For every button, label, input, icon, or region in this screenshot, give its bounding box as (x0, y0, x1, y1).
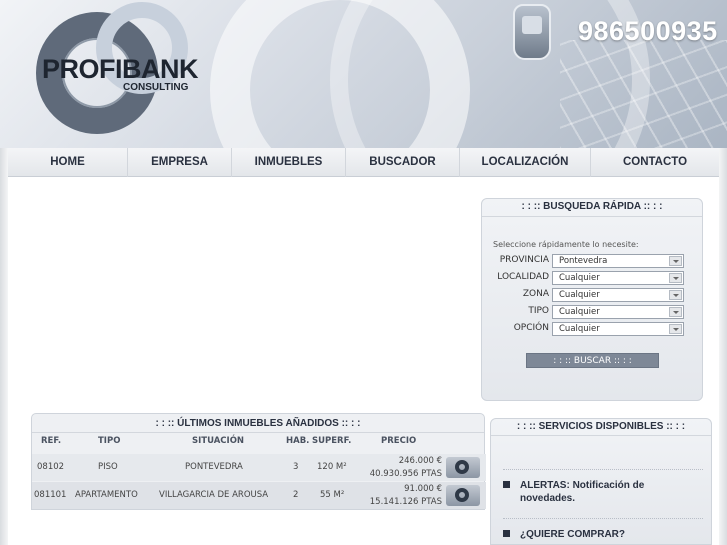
quick-search-panel: : : :: BUSQUEDA RÁPIDA :: : : Seleccione… (481, 198, 703, 401)
cell-tipo: PISO (98, 462, 118, 472)
cell-tipo: APARTAMENTO (75, 490, 138, 500)
col-situacion: SITUACIÓN (192, 436, 245, 446)
search-row-zona: ZONA Cualquier (482, 288, 704, 303)
search-row-provincia: PROVINCIA Pontevedra (482, 254, 704, 269)
tipo-select[interactable]: Cualquier (552, 305, 684, 319)
cell-price-eur: 246.000 € (398, 456, 442, 466)
col-superf: SUPERF. (312, 436, 352, 446)
select-value: Cualquier (559, 307, 600, 317)
view-property-button[interactable] (446, 485, 480, 506)
table-row[interactable]: 081101 APARTAMENTO VILLAGARCIA DE AROUSA… (32, 482, 486, 509)
col-tipo: TIPO (98, 436, 121, 446)
service-label: ¿QUIERE COMPRAR? (520, 529, 625, 540)
service-alertas[interactable]: ALERTAS: Notificación de novedades. (503, 469, 703, 505)
page-shadow (0, 148, 8, 545)
view-property-button[interactable] (446, 457, 480, 478)
chevron-down-icon[interactable] (669, 256, 682, 266)
main-nav: HOME EMPRESA INMUEBLES BUSCADOR LOCALIZA… (8, 147, 719, 177)
cell-price-ptas: 15.141.126 PTAS (369, 497, 442, 507)
select-value: Cualquier (559, 273, 600, 283)
search-row-tipo: TIPO Cualquier (482, 305, 704, 320)
col-hab: HAB. (286, 436, 310, 446)
nav-buscador[interactable]: BUSCADOR (346, 147, 460, 177)
provincia-select[interactable]: Pontevedra (552, 254, 684, 268)
cell-situacion: VILLAGARCIA DE AROUSA (159, 490, 269, 500)
site-header: PROFIBANK CONSULTING 986500935 (0, 0, 727, 148)
chevron-down-icon[interactable] (669, 324, 682, 334)
search-label: OPCIÓN (513, 323, 549, 333)
search-label: LOCALIDAD (497, 272, 549, 282)
service-comprar[interactable]: ¿QUIERE COMPRAR? (503, 518, 703, 541)
mobile-phone-icon (513, 4, 551, 60)
search-row-localidad: LOCALIDAD Cualquier (482, 271, 704, 286)
cell-ref: 08102 (37, 462, 65, 472)
localidad-select[interactable]: Cualquier (552, 271, 684, 285)
search-label: TIPO (528, 306, 549, 316)
services-title: : : :: SERVICIOS DISPONIBLES :: : : (491, 419, 711, 436)
select-value: Pontevedra (559, 256, 608, 266)
cell-ref: 081101 (34, 490, 67, 500)
opcion-select[interactable]: Cualquier (552, 322, 684, 336)
col-ref: REF. (41, 436, 62, 446)
zona-select[interactable]: Cualquier (552, 288, 684, 302)
search-button[interactable]: : : :: BUSCAR :: : : (526, 353, 659, 368)
search-label: PROVINCIA (499, 255, 549, 265)
table-row[interactable]: 08102 PISO PONTEVEDRA 3 120 M² 246.000 €… (32, 454, 486, 481)
cell-price-eur: 91.000 € (404, 484, 442, 494)
phone-number: 986500935 (578, 16, 718, 46)
nav-home[interactable]: HOME (8, 147, 128, 177)
cell-superf: 55 M² (320, 490, 345, 500)
brand-subtitle: CONSULTING (123, 82, 189, 93)
chevron-down-icon[interactable] (669, 290, 682, 300)
nav-contacto[interactable]: CONTACTO (591, 148, 719, 177)
nav-localizacion[interactable]: LOCALIZACIÓN (460, 147, 591, 177)
table-header: REF. TIPO SITUACIÓN HAB. SUPERF. PRECIO (32, 436, 486, 452)
latest-properties-title: : : :: ÚLTIMOS INMUEBLES AÑADIDOS :: : : (32, 414, 484, 433)
service-label: ALERTAS: Notificación de novedades. (520, 480, 645, 504)
search-row-opcion: OPCIÓN Cualquier (482, 322, 704, 337)
bullet-icon (503, 529, 510, 537)
cell-superf: 120 M² (317, 462, 347, 472)
bullet-icon (503, 480, 510, 488)
quick-search-title: : : :: BUSQUEDA RÁPIDA :: : : (482, 199, 702, 217)
cell-hab: 3 (293, 462, 299, 472)
header-decoration (560, 40, 727, 148)
chevron-down-icon[interactable] (669, 307, 682, 317)
cell-situacion: PONTEVEDRA (185, 462, 243, 472)
nav-empresa[interactable]: EMPRESA (128, 147, 232, 177)
services-panel: : : :: SERVICIOS DISPONIBLES :: : : ALER… (490, 418, 712, 545)
chevron-down-icon[interactable] (669, 273, 682, 283)
latest-properties-panel: : : :: ÚLTIMOS INMUEBLES AÑADIDOS :: : :… (31, 413, 486, 510)
quick-search-hint: Seleccione rápidamente lo necesite: (493, 240, 639, 249)
nav-inmuebles[interactable]: INMUEBLES (232, 147, 346, 177)
col-precio: PRECIO (381, 436, 417, 446)
cell-price-ptas: 40.930.956 PTAS (369, 469, 442, 479)
brand-logo[interactable]: PROFIBANK (42, 54, 199, 85)
select-value: Cualquier (559, 290, 600, 300)
page-shadow (719, 148, 727, 545)
select-value: Cualquier (559, 324, 600, 334)
search-label: ZONA (522, 289, 549, 299)
cell-hab: 2 (293, 490, 299, 500)
